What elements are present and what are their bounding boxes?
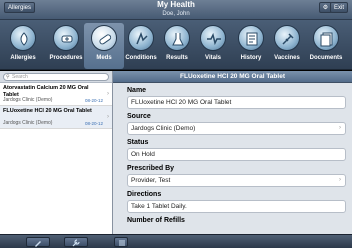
status-field: On Hold <box>127 148 346 161</box>
category-conditions[interactable]: Conditions <box>121 23 161 69</box>
vitals-icon <box>200 25 226 51</box>
top-bar: Allergies My Health Doe, John ⚙ Exit <box>0 0 352 20</box>
refills-label: Number of Refills <box>127 217 185 224</box>
wrench-icon <box>72 239 80 247</box>
menu-icon <box>119 240 125 246</box>
exit-button[interactable]: Exit <box>329 2 348 13</box>
detail-title: FLUoxetine HCl 20 MG Oral Tablet <box>113 71 352 83</box>
directions-label: Directions <box>127 191 162 198</box>
conditions-icon <box>128 25 154 51</box>
category-history[interactable]: History <box>231 23 271 69</box>
vaccines-icon <box>274 25 300 51</box>
category-meds[interactable]: Meds <box>84 23 124 69</box>
list-item[interactable]: Atorvastatin Calcium 20 MG Oral Tablet J… <box>0 83 112 106</box>
chevron-right-icon: › <box>339 125 341 131</box>
list-item[interactable]: FLUoxetine HCl 20 MG Oral Tablet Jardogs… <box>0 106 112 129</box>
search-bar: ⚲ Search <box>0 71 112 83</box>
name-label: Name <box>127 87 147 94</box>
documents-icon <box>313 25 339 51</box>
medication-list-pane: ⚲ Search Atorvastatin Calcium 20 MG Oral… <box>0 71 112 234</box>
app-title: My Health <box>157 0 195 9</box>
category-bar: Allergies Procedures Meds Conditions Res… <box>0 20 352 70</box>
source-label: Source <box>127 113 151 120</box>
search-input[interactable]: ⚲ Search <box>3 73 109 81</box>
chevron-right-icon: › <box>339 177 341 183</box>
status-label: Status <box>127 139 149 146</box>
name-field: FLUoxetine HCl 20 MG Oral Tablet <box>127 96 346 109</box>
tools-button[interactable] <box>64 237 88 247</box>
category-vitals[interactable]: Vitals <box>193 23 233 69</box>
menu-button[interactable] <box>114 237 128 247</box>
edit-button[interactable] <box>26 237 50 247</box>
category-procedures[interactable]: Procedures <box>46 23 86 69</box>
search-icon: ⚲ <box>6 74 10 80</box>
prescribed-by-label: Prescribed By <box>127 165 175 172</box>
category-results[interactable]: Results <box>157 23 197 69</box>
chevron-right-icon: › <box>107 91 109 97</box>
meds-icon <box>91 25 117 51</box>
category-allergies[interactable]: Allergies <box>3 23 43 69</box>
procedures-icon <box>53 25 79 51</box>
bottom-toolbar <box>0 234 352 248</box>
pen-icon <box>35 241 41 247</box>
category-vaccines[interactable]: Vaccines <box>267 23 307 69</box>
medication-detail-pane: FLUoxetine HCl 20 MG Oral Tablet Name FL… <box>112 71 352 234</box>
history-icon <box>238 25 264 51</box>
user-name: Doe, John <box>162 11 190 17</box>
directions-field: Take 1 Tablet Daily. <box>127 200 346 213</box>
allergies-icon <box>10 25 36 51</box>
prescribed-by-field[interactable]: Provider, Test › <box>127 174 346 187</box>
source-field[interactable]: Jardogs Clinic (Demo) › <box>127 122 346 135</box>
category-documents[interactable]: Documents <box>306 23 346 69</box>
chevron-right-icon: › <box>107 114 109 120</box>
results-icon <box>164 25 190 51</box>
